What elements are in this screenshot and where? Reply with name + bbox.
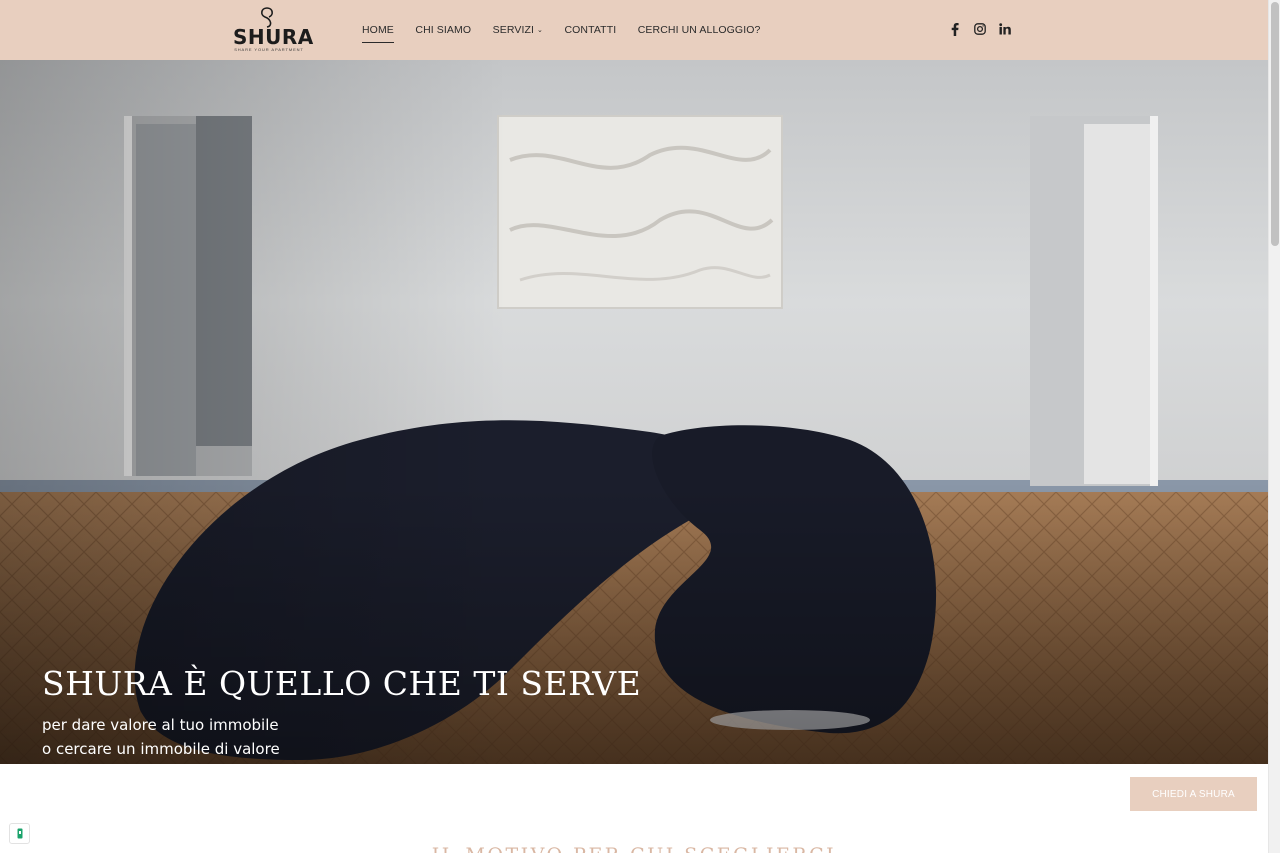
social-links: [948, 21, 1023, 37]
nav-item-contatti[interactable]: CONTATTI: [564, 23, 616, 39]
nav-item-label: CERCHI UN ALLOGGIO?: [637, 24, 761, 36]
linkedin-icon[interactable]: [998, 21, 1012, 37]
site-logo[interactable]: SHURA SHARE YOUR APARTMENT: [233, 6, 314, 54]
hero-subtitle-line-2: o cercare un immobile di valore: [42, 740, 280, 758]
instagram-icon[interactable]: [973, 21, 987, 37]
site-header: SHURA SHARE YOUR APARTMENT HOME CHI SIAM…: [0, 0, 1268, 60]
cookie-settings-button[interactable]: [9, 823, 30, 844]
hero-title: SHURA È QUELLO CHE TI SERVE: [42, 664, 642, 703]
chevron-down-icon: ⌄: [537, 27, 543, 34]
section-heading: IL MOTIVO PER CUI SCEGLIERCI: [0, 844, 1268, 853]
scrollbar-thumb[interactable]: [1271, 2, 1279, 246]
nav-item-label: HOME: [362, 24, 394, 36]
hero-background-image: [0, 60, 1268, 764]
page-scrollbar[interactable]: [1268, 0, 1280, 853]
facebook-icon[interactable]: [948, 21, 962, 37]
nav-item-chi-siamo[interactable]: CHI SIAMO: [415, 23, 471, 39]
nav-item-label: CHI SIAMO: [415, 24, 472, 36]
nav-item-label: SERVIZI: [492, 24, 535, 36]
logo-wordmark: SHURA: [233, 25, 314, 49]
hero-banner: SHURA È QUELLO CHE TI SERVE per dare val…: [0, 60, 1268, 764]
nav-item-servizi[interactable]: SERVIZI ⌄: [493, 23, 543, 39]
shield-icon: [17, 828, 22, 839]
nav-item-home[interactable]: HOME: [362, 23, 394, 43]
main-nav: HOME CHI SIAMO SERVIZI ⌄ CONTATTI CERCHI …: [362, 23, 782, 43]
hero-subtitle-line-1: per dare valore al tuo immobile: [42, 716, 279, 734]
nav-item-cerchi-alloggio[interactable]: CERCHI UN ALLOGGIO?: [638, 23, 761, 39]
nav-item-label: CONTATTI: [564, 24, 617, 36]
chiedi-a-shura-button[interactable]: CHIEDI A SHURA: [1130, 777, 1257, 811]
logo-tagline: SHARE YOUR APARTMENT: [234, 47, 304, 52]
